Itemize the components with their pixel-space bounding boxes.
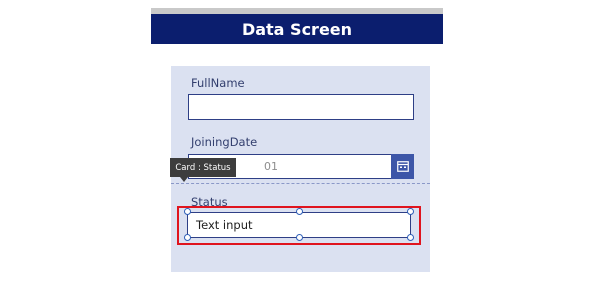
screen-title: Data Screen [241, 19, 353, 39]
card-tooltip: Card : Status [170, 158, 236, 177]
joiningdate-value: 01 [264, 160, 278, 173]
resize-handle-bottom[interactable] [296, 234, 303, 241]
resize-handle-top-left[interactable] [184, 208, 191, 215]
calendar-button[interactable] [391, 154, 414, 179]
screen-header: Data Screen [151, 14, 443, 44]
resize-handle-bottom-right[interactable] [407, 234, 414, 241]
resize-handle-top[interactable] [296, 208, 303, 215]
resize-handle-bottom-left[interactable] [184, 234, 191, 241]
calendar-icon [396, 161, 409, 172]
tooltip-text: Card : Status [175, 162, 231, 173]
fullname-label: FullName [191, 76, 245, 90]
resize-handle-top-right[interactable] [407, 208, 414, 215]
tooltip-arrow [180, 177, 188, 182]
joiningdate-label: JoiningDate [191, 135, 258, 149]
fullname-input[interactable] [188, 94, 414, 120]
